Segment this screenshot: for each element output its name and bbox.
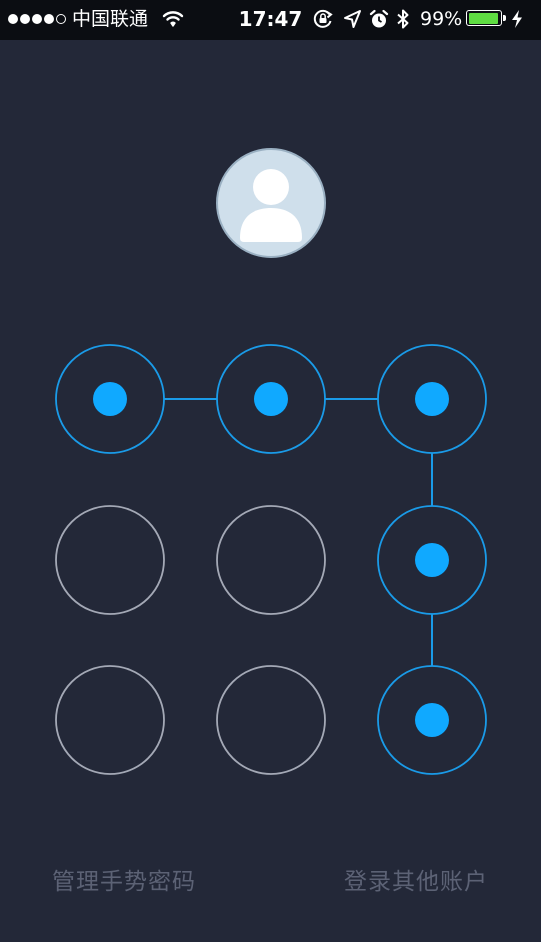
gesture-node-ring[interactable] xyxy=(55,665,165,775)
gesture-node-dot xyxy=(254,382,288,416)
login-other-account-link[interactable]: 登录其他账户 xyxy=(344,866,488,898)
gesture-node-ring[interactable] xyxy=(216,665,326,775)
gesture-node-dot xyxy=(93,382,127,416)
gesture-path xyxy=(164,398,433,666)
gesture-lock-pad[interactable] xyxy=(0,0,541,942)
manage-gesture-password-link[interactable]: 管理手势密码 xyxy=(52,866,196,898)
gesture-node-ring[interactable] xyxy=(216,505,326,615)
gesture-node-3[interactable] xyxy=(377,344,487,454)
gesture-node-ring[interactable] xyxy=(55,505,165,615)
gesture-node-5[interactable] xyxy=(216,505,326,615)
gesture-node-dot xyxy=(415,543,449,577)
gesture-node-grid[interactable] xyxy=(55,344,487,775)
gesture-node-9[interactable] xyxy=(377,665,487,775)
gesture-node-dot xyxy=(415,382,449,416)
gesture-node-1[interactable] xyxy=(55,344,165,454)
gesture-node-7[interactable] xyxy=(55,665,165,775)
gesture-node-4[interactable] xyxy=(55,505,165,615)
gesture-node-6[interactable] xyxy=(377,505,487,615)
gesture-node-dot xyxy=(415,703,449,737)
gesture-node-8[interactable] xyxy=(216,665,326,775)
gesture-node-2[interactable] xyxy=(216,344,326,454)
